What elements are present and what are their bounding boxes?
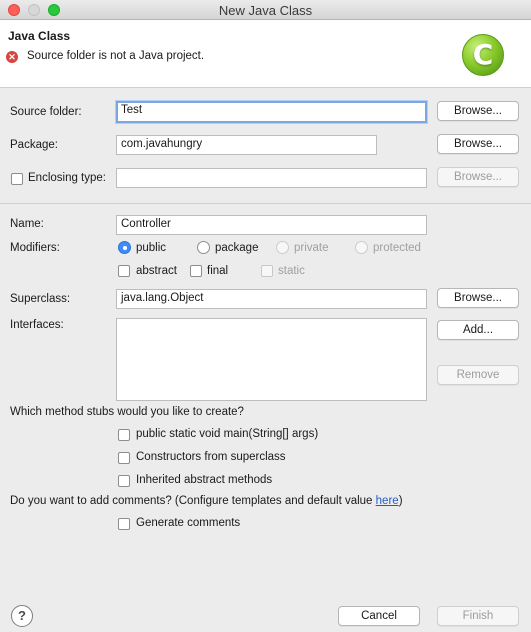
interfaces-list[interactable] (116, 318, 427, 401)
stub-main-label: public static void main(String[] args) (136, 428, 319, 440)
configure-templates-link[interactable]: here (376, 495, 399, 507)
static-checkbox[interactable] (261, 265, 273, 277)
modifier-public-label: public (136, 242, 167, 254)
enclosing-type-browse-button[interactable]: Browse... (437, 167, 519, 187)
source-folder-label: Source folder: (10, 106, 82, 118)
error-message: Source folder is not a Java project. (27, 50, 205, 62)
enclosing-type-field[interactable] (116, 168, 427, 188)
stub-inherited-label: Inherited abstract methods (136, 474, 273, 486)
name-field[interactable]: Controller (116, 215, 427, 235)
stub-constructors-label: Constructors from superclass (136, 451, 286, 463)
section-divider (0, 203, 531, 204)
page-title: Java Class (8, 29, 71, 43)
modifier-protected-label: protected (373, 242, 421, 254)
interfaces-add-button[interactable]: Add... (437, 320, 519, 340)
package-field[interactable]: com.javahungry (116, 135, 377, 155)
source-folder-browse-button[interactable]: Browse... (437, 101, 519, 121)
modifier-private-label: private (294, 242, 329, 254)
interfaces-remove-button[interactable]: Remove (437, 365, 519, 385)
generate-comments-checkbox[interactable] (118, 518, 130, 530)
comments-question-suffix: ) (398, 495, 403, 507)
modifier-protected-radio[interactable] (355, 241, 368, 254)
abstract-checkbox[interactable] (118, 265, 130, 277)
cancel-button[interactable]: Cancel (338, 606, 420, 626)
abstract-label: abstract (136, 265, 177, 277)
stub-main-checkbox[interactable] (118, 429, 130, 441)
interfaces-label: Interfaces: (10, 319, 64, 331)
source-folder-field[interactable]: Test (116, 101, 427, 123)
window-titlebar: New Java Class (0, 0, 531, 20)
package-browse-button[interactable]: Browse... (437, 134, 519, 154)
stub-inherited-checkbox[interactable] (118, 475, 130, 487)
final-checkbox[interactable] (190, 265, 202, 277)
window-title: New Java Class (218, 3, 313, 18)
package-label: Package: (10, 139, 58, 151)
static-label: static (278, 265, 305, 277)
stub-constructors-checkbox[interactable] (118, 452, 130, 464)
name-label: Name: (10, 218, 44, 230)
stubs-question: Which method stubs would you like to cre… (10, 406, 244, 418)
superclass-label: Superclass: (10, 293, 71, 305)
modifiers-label: Modifiers: (10, 242, 60, 254)
superclass-browse-button[interactable]: Browse... (437, 288, 519, 308)
wizard-header: Java Class ✕ Source folder is not a Java… (0, 20, 531, 88)
help-icon[interactable]: ? (11, 605, 33, 627)
final-label: final (207, 265, 229, 277)
comments-question: Do you want to add comments? (Configure … (10, 495, 403, 507)
modifier-public-radio[interactable] (118, 241, 131, 254)
error-icon: ✕ (6, 51, 18, 63)
comments-question-text: Do you want to add comments? (Configure … (10, 495, 376, 507)
generate-comments-label: Generate comments (136, 517, 241, 529)
finish-button[interactable]: Finish (437, 606, 519, 626)
enclosing-type-checkbox[interactable] (11, 173, 23, 185)
modifier-private-radio[interactable] (276, 241, 289, 254)
modifier-package-label: package (215, 242, 259, 254)
superclass-field[interactable]: java.lang.Object (116, 289, 427, 309)
modifier-package-radio[interactable] (197, 241, 210, 254)
enclosing-type-label: Enclosing type: (28, 172, 106, 184)
java-class-logo-icon: C (462, 34, 504, 76)
